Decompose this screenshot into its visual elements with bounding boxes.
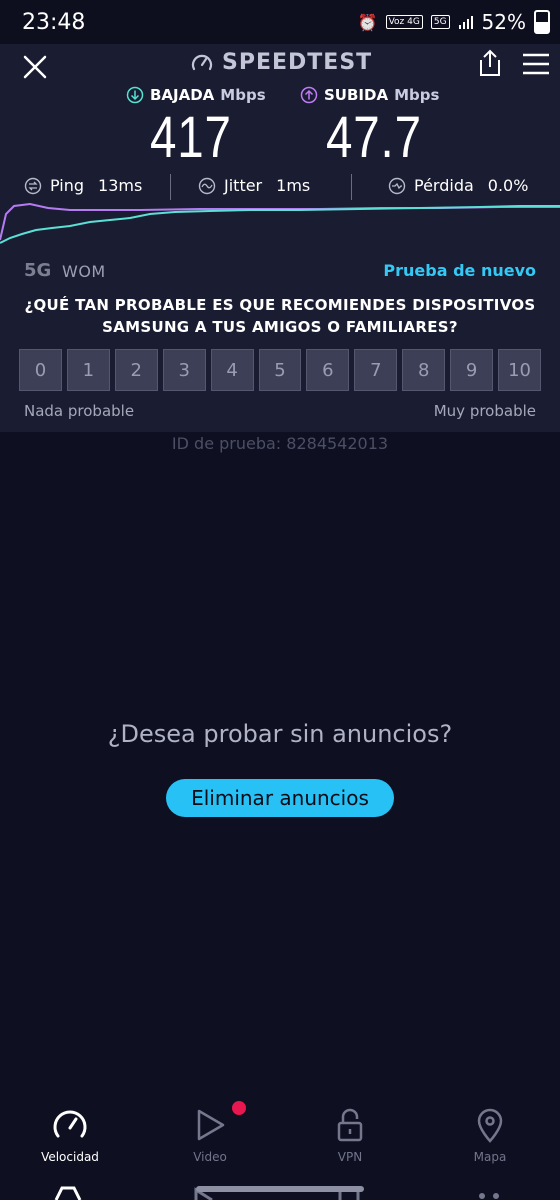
loss-stat: Pérdida 0.0% xyxy=(388,176,528,195)
retest-link[interactable]: Prueba de nuevo xyxy=(383,261,536,280)
volte-icon: Voz 4G xyxy=(385,15,423,29)
nav-label-vpn: VPN xyxy=(337,1150,363,1164)
loss-label: Pérdida xyxy=(414,176,474,195)
nav-item-vpn[interactable]: VPN xyxy=(300,1106,400,1164)
stats-row: Ping 13ms Jitter 1ms Pérdida 0.0% xyxy=(0,172,560,202)
network-type: 5G xyxy=(24,260,52,281)
status-time: 23:48 xyxy=(22,10,86,35)
ad-free-question: ¿Desea probar sin anuncios? xyxy=(107,720,453,748)
stats-divider xyxy=(170,174,171,200)
jitter-label: Jitter xyxy=(224,176,263,195)
upload-header: SUBIDA Mbps xyxy=(300,86,439,104)
close-icon[interactable] xyxy=(20,52,50,82)
status-bar: 23:48 ⏰ Voz 4G 5G 52% xyxy=(0,0,560,44)
test-id: ID de prueba: 8284542013 xyxy=(171,434,389,453)
rating-option-3[interactable]: 3 xyxy=(162,349,206,391)
status-icons: ⏰ Voz 4G 5G 52% xyxy=(358,10,550,34)
bottom-nav: Velocidad Video VPN Mapa xyxy=(0,1090,560,1175)
upload-arrow-icon xyxy=(300,86,318,104)
unlock-icon xyxy=(337,1108,363,1142)
battery-percent: 52% xyxy=(481,10,526,34)
stats-divider xyxy=(351,174,352,200)
carrier-name: WOM xyxy=(62,262,106,281)
jitter-value: 1ms xyxy=(276,176,311,195)
download-header: BAJADA Mbps xyxy=(126,86,266,104)
nav-item-map[interactable]: Mapa xyxy=(440,1106,540,1164)
nav-item-video[interactable]: Video xyxy=(160,1106,260,1164)
remove-ads-button[interactable]: Eliminar anuncios xyxy=(166,779,394,817)
rating-option-2[interactable]: 2 xyxy=(114,349,158,391)
nav-label-video: Video xyxy=(193,1150,227,1164)
download-arrow-icon xyxy=(126,86,144,104)
survey-question: ¿QUÉ TAN PROBABLE ES QUE RECOMIENDES DIS… xyxy=(24,296,536,336)
notification-badge xyxy=(232,1101,246,1115)
brand-logo: SPEEDTEST xyxy=(190,50,372,75)
nav-item-speed[interactable]: Velocidad xyxy=(20,1106,120,1164)
speed-graph xyxy=(0,202,560,244)
rating-option-6[interactable]: 6 xyxy=(306,349,350,391)
rating-option-0[interactable]: 0 xyxy=(19,349,62,391)
rating-option-7[interactable]: 7 xyxy=(354,349,398,391)
play-icon xyxy=(197,1109,225,1141)
battery-icon xyxy=(534,10,550,34)
upload-label: SUBIDA xyxy=(324,86,389,104)
jitter-stat: Jitter 1ms xyxy=(198,176,310,195)
map-pin-icon xyxy=(477,1108,503,1143)
ping-label: Ping xyxy=(50,176,85,195)
scale-high-label: Muy probable xyxy=(433,402,536,420)
rating-option-8[interactable]: 8 xyxy=(402,349,446,391)
share-icon[interactable] xyxy=(476,48,504,78)
download-label: BAJADA xyxy=(150,86,215,104)
brand-name: SPEEDTEST xyxy=(222,50,373,75)
ping-value: 13ms xyxy=(98,176,143,195)
download-value: 417 xyxy=(150,105,232,170)
signal-icon xyxy=(458,16,473,29)
upload-value: 47.7 xyxy=(326,105,422,170)
rating-option-5[interactable]: 5 xyxy=(258,349,302,391)
download-unit: Mbps xyxy=(220,86,266,104)
ping-icon xyxy=(24,177,42,194)
rating-option-1[interactable]: 1 xyxy=(66,349,110,391)
jitter-icon xyxy=(198,177,216,194)
alarm-icon: ⏰ xyxy=(357,12,378,32)
download-graph-line xyxy=(0,205,560,244)
rating-option-10[interactable]: 10 xyxy=(498,349,541,391)
nav-label-map: Mapa xyxy=(473,1150,507,1164)
rating-option-4[interactable]: 4 xyxy=(210,349,254,391)
network-type-icon: 5G xyxy=(430,15,450,29)
nav-label-speed: Velocidad xyxy=(41,1150,99,1164)
rating-scale: 0 1 2 3 4 5 6 7 8 9 10 xyxy=(19,349,541,391)
packet-loss-icon xyxy=(388,177,406,194)
home-indicator[interactable] xyxy=(196,1186,364,1192)
menu-icon[interactable] xyxy=(522,52,550,76)
upload-unit: Mbps xyxy=(394,86,440,104)
loss-value: 0.0% xyxy=(487,176,529,195)
speedometer-icon xyxy=(191,54,213,70)
ping-stat: Ping 13ms xyxy=(24,176,142,195)
speedometer-icon xyxy=(53,1110,87,1138)
rating-option-9[interactable]: 9 xyxy=(450,349,494,391)
scale-low-label: Nada probable xyxy=(24,402,135,420)
